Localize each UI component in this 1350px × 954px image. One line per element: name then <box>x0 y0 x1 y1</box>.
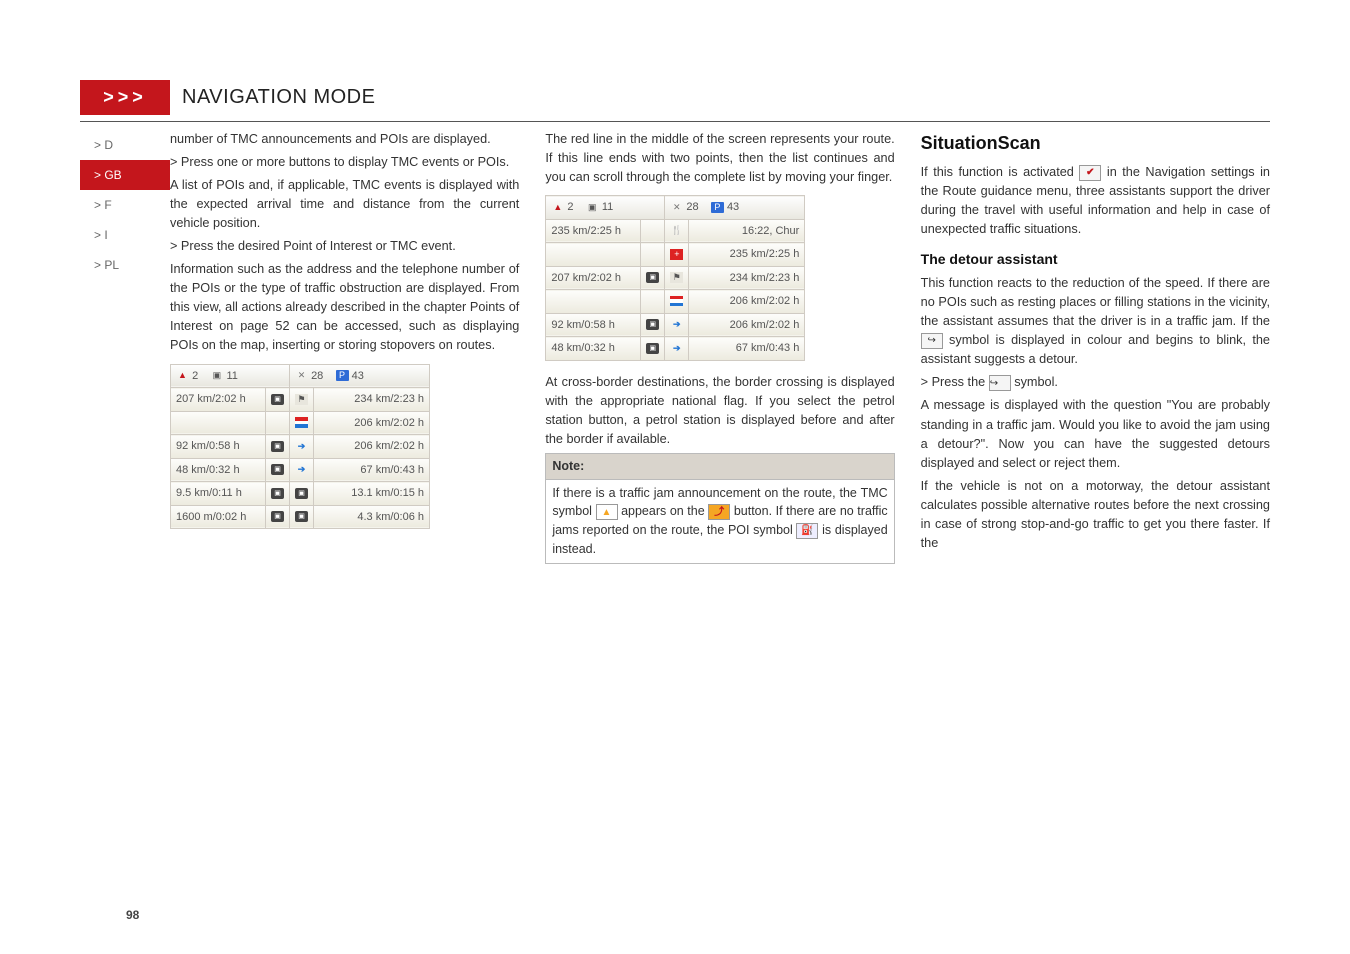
detour-button-icon: ⤴ <box>708 504 730 520</box>
table-row[interactable]: 206 km/2:02 h <box>546 290 805 314</box>
c3-p1: If this function is activated ✔ in the N… <box>921 163 1270 239</box>
speed-icon: ▣ <box>271 511 284 522</box>
header: >>> NAVIGATION MODE <box>80 80 1270 115</box>
table1-body: 207 km/2:02 h▣⚑234 km/2:23 h206 km/2:02 … <box>171 388 430 529</box>
c1-p3: Information such as the address and the … <box>170 260 519 355</box>
note-heading: Note: <box>545 453 894 480</box>
lang-f[interactable]: > F <box>80 190 170 220</box>
lang-d[interactable]: > D <box>80 130 170 160</box>
c3-p3: A message is displayed with the question… <box>921 396 1270 472</box>
page-number: 98 <box>126 908 139 922</box>
poi-table-2: ▲ 2 ▣ 11 ✕ 28 P 43 235 km/2:25 h🍴16:22, … <box>545 195 805 361</box>
poi-icon: ▣ <box>586 202 599 213</box>
luxembourg-flag-icon <box>295 417 308 428</box>
c3-b1: > Press the ↪ symbol. <box>921 373 1270 392</box>
arrow-icon: ➔ <box>295 464 308 475</box>
luxembourg-flag-icon <box>670 296 683 307</box>
warning-icon: ▲ <box>551 202 564 213</box>
c1-b2: > Press the desired Point of Interest or… <box>170 237 519 256</box>
c3-p4: If the vehicle is not on a motorway, the… <box>921 477 1270 553</box>
parking-icon: P <box>711 202 724 213</box>
speed-icon: ▣ <box>646 272 659 283</box>
page-title: NAVIGATION MODE <box>170 80 387 115</box>
table-row[interactable]: 48 km/0:32 h▣➔67 km/0:43 h <box>546 337 805 361</box>
chevron-box: >>> <box>80 80 170 115</box>
speed-icon: ▣ <box>646 343 659 354</box>
rest-icon: 🍴 <box>670 225 683 236</box>
speed-icon: ▣ <box>646 319 659 330</box>
detour-heading: The detour assistant <box>921 249 1270 270</box>
speed-icon: ▣ <box>295 488 308 499</box>
table-row[interactable]: 206 km/2:02 h <box>171 411 430 435</box>
table-row[interactable]: +235 km/2:25 h <box>546 243 805 267</box>
warning-icon: ▲ <box>176 370 189 381</box>
table-row[interactable]: 9.5 km/0:11 h▣▣13.1 km/0:15 h <box>171 482 430 506</box>
fuel-poi-icon: ⛽ <box>796 523 818 539</box>
table-row[interactable]: 207 km/2:02 h▣⚑234 km/2:23 h <box>171 388 430 412</box>
speed-icon: ▣ <box>295 511 308 522</box>
table-row[interactable]: 92 km/0:58 h▣➔206 km/2:02 h <box>546 313 805 337</box>
flag-icon: ⚑ <box>670 272 683 283</box>
tabs-row: ▲ 2 ▣ 11 ✕ 28 P 43 <box>171 364 430 388</box>
swiss-flag-icon: + <box>670 249 683 260</box>
poi-icon: ▣ <box>210 370 223 381</box>
lang-i[interactable]: > I <box>80 220 170 250</box>
lang-pl[interactable]: > PL <box>80 250 170 280</box>
arrow-icon: ➔ <box>295 441 308 452</box>
c3-p2: This function reacts to the reduction of… <box>921 274 1270 369</box>
column-3: SituationScan If this function is activa… <box>921 130 1270 564</box>
column-2: The red line in the middle of the screen… <box>545 130 894 564</box>
lang-gb[interactable]: > GB <box>80 160 170 190</box>
parking-icon: P <box>336 370 349 381</box>
speed-icon: ▣ <box>271 488 284 499</box>
table2-body: 235 km/2:25 h🍴16:22, Chur+235 km/2:25 h 2… <box>546 219 805 360</box>
column-1: number of TMC announcements and POIs are… <box>170 130 519 564</box>
poi-table-1: ▲ 2 ▣ 11 ✕ 28 P 43 207 km/2:02 h▣⚑234 km… <box>170 364 430 530</box>
fork-icon: ✕ <box>670 202 683 213</box>
situation-scan-heading: SituationScan <box>921 130 1270 157</box>
table-row[interactable]: 207 km/2:02 h▣⚑234 km/2:23 h <box>546 266 805 290</box>
table-row[interactable]: 1600 m/0:02 h▣▣4.3 km/0:06 h <box>171 505 430 529</box>
flag-icon: ⚑ <box>295 394 308 405</box>
c1-p1: number of TMC announcements and POIs are… <box>170 130 519 149</box>
detour-symbol-icon: ↪ <box>921 333 943 349</box>
table-row[interactable]: 235 km/2:25 h🍴16:22, Chur <box>546 219 805 243</box>
checkbox-icon: ✔ <box>1079 165 1101 181</box>
arrow-icon: ➔ <box>670 319 683 330</box>
note-body: If there is a traffic jam announcement o… <box>545 480 894 564</box>
table-row[interactable]: 92 km/0:58 h▣➔206 km/2:02 h <box>171 435 430 459</box>
language-rail: > D> GB> F> I> PL <box>80 130 170 564</box>
detour-symbol-icon: ↪ <box>989 375 1011 391</box>
c2-p2: At cross-border destinations, the border… <box>545 373 894 449</box>
c1-b1: > Press one or more buttons to display T… <box>170 153 519 172</box>
speed-icon: ▣ <box>271 394 284 405</box>
table-row[interactable]: 48 km/0:32 h▣➔67 km/0:43 h <box>171 458 430 482</box>
c1-p2: A list of POIs and, if applicable, TMC e… <box>170 176 519 233</box>
speed-icon: ▣ <box>271 464 284 475</box>
header-rule <box>80 121 1270 122</box>
traffic-cone-icon: ▲ <box>596 504 618 520</box>
speed-icon: ▣ <box>271 441 284 452</box>
fork-icon: ✕ <box>295 370 308 381</box>
arrow-icon: ➔ <box>670 343 683 354</box>
c2-p1: The red line in the middle of the screen… <box>545 130 894 187</box>
